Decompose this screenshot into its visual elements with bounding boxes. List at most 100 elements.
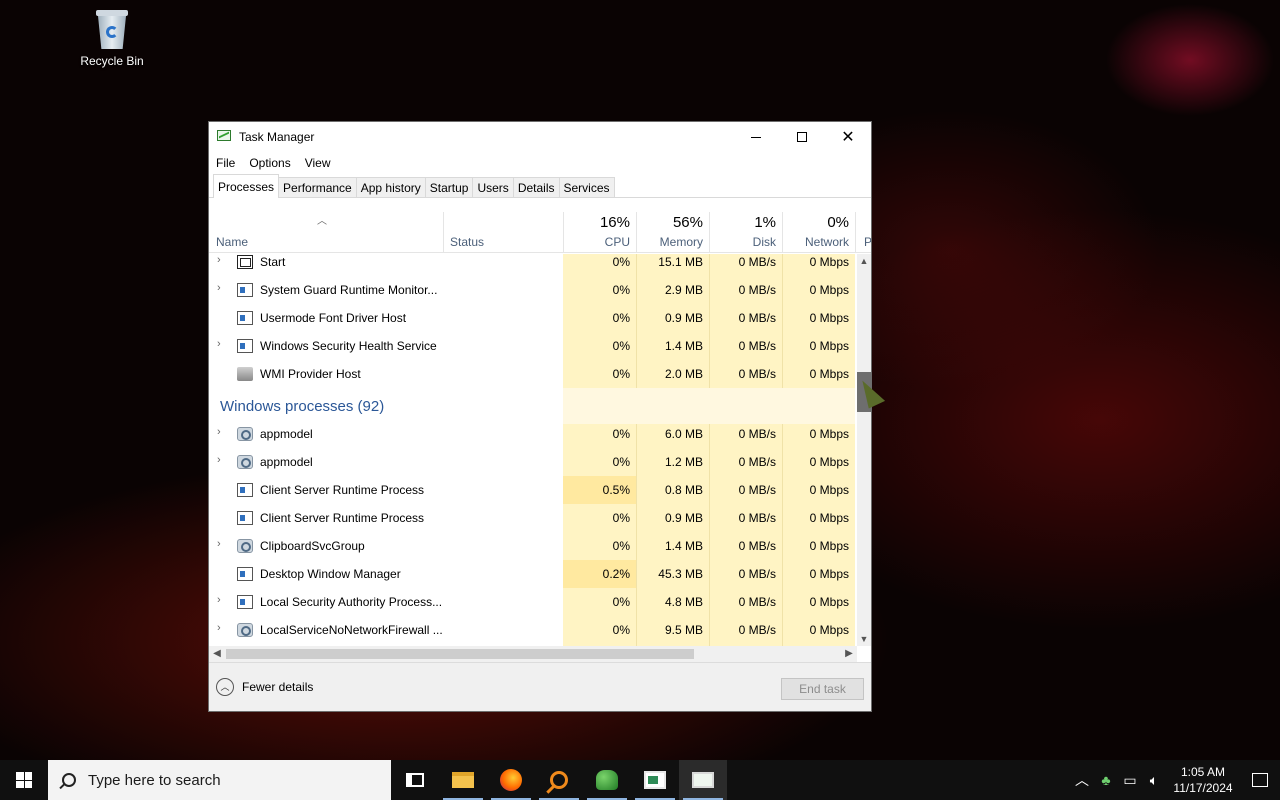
tab-strip: Processes Performance App history Startu… bbox=[209, 174, 871, 198]
horizontal-scrollbar[interactable]: ◀ ▶ bbox=[209, 646, 857, 662]
green-app-icon bbox=[596, 770, 618, 790]
process-memory: 0.9 MB bbox=[664, 311, 703, 325]
menu-view[interactable]: View bbox=[305, 156, 331, 170]
table-row[interactable]: › appmodel 0% 6.0 MB 0 MB/s 0 Mbps bbox=[209, 420, 857, 448]
table-row[interactable]: › Start 0% 15.1 MB 0 MB/s 0 Mbps bbox=[209, 254, 857, 276]
scroll-up-icon[interactable]: ▲ bbox=[857, 254, 871, 268]
start-button[interactable] bbox=[0, 760, 48, 800]
process-cpu: 0% bbox=[612, 283, 630, 297]
column-cpu[interactable]: 16% CPU bbox=[563, 212, 636, 253]
taskbar-file-explorer[interactable] bbox=[439, 760, 487, 800]
expand-chevron-icon[interactable]: › bbox=[217, 282, 221, 294]
table-row[interactable]: › Local Security Authority Process... 0% 4.… bbox=[209, 588, 857, 616]
taskbar-task-manager[interactable] bbox=[679, 760, 727, 800]
title-bar[interactable]: Task Manager ✕ bbox=[209, 122, 871, 152]
expand-chevron-icon[interactable]: › bbox=[217, 254, 221, 266]
chevron-up-icon[interactable]: ︿ bbox=[1070, 770, 1094, 790]
process-network: 0 Mbps bbox=[809, 427, 849, 441]
group-heat-background bbox=[563, 388, 855, 424]
expand-chevron-icon[interactable]: › bbox=[217, 538, 221, 550]
tab-services[interactable]: Services bbox=[558, 177, 615, 197]
table-row[interactable]: Client Server Runtime Process 0.5% 0.8 MB 0… bbox=[209, 476, 857, 504]
end-task-button[interactable]: End task bbox=[781, 678, 864, 700]
maximize-button[interactable] bbox=[779, 122, 825, 152]
process-cpu: 0% bbox=[612, 539, 630, 553]
process-cpu: 0.5% bbox=[602, 483, 630, 497]
tab-performance[interactable]: Performance bbox=[278, 177, 357, 197]
table-row[interactable]: › appmodel 0% 1.2 MB 0 MB/s 0 Mbps bbox=[209, 448, 857, 476]
close-icon: ✕ bbox=[841, 129, 855, 146]
column-network[interactable]: 0% Network bbox=[782, 212, 855, 253]
fewer-details-label: Fewer details bbox=[242, 680, 314, 694]
process-disk: 0 MB/s bbox=[738, 567, 776, 581]
task-manager-taskbar-icon bbox=[692, 772, 714, 788]
wmi-icon bbox=[237, 367, 253, 381]
taskbar-search-box[interactable]: Type here to search bbox=[48, 760, 391, 800]
process-disk: 0 MB/s bbox=[738, 595, 776, 609]
expand-chevron-icon[interactable]: › bbox=[217, 622, 221, 634]
app-tray-icon[interactable]: ♣ bbox=[1094, 772, 1118, 788]
volume-icon[interactable]: 🔈︎ bbox=[1142, 772, 1166, 789]
column-power[interactable]: P bbox=[855, 212, 871, 253]
fewer-details-button[interactable]: ︿ Fewer details bbox=[216, 678, 313, 696]
process-memory: 2.0 MB bbox=[664, 367, 703, 381]
process-network: 0 Mbps bbox=[809, 255, 849, 269]
table-row[interactable]: › LocalServiceNoNetworkFirewall ... 0% 9.5 … bbox=[209, 616, 857, 644]
expand-chevron-icon[interactable]: › bbox=[217, 594, 221, 606]
process-network: 0 Mbps bbox=[809, 595, 849, 609]
taskbar-window-app[interactable] bbox=[631, 760, 679, 800]
tab-startup[interactable]: Startup bbox=[424, 177, 474, 197]
table-row[interactable]: › System Guard Runtime Monitor... 0% 2.9 MB… bbox=[209, 276, 857, 304]
taskbar-firefox[interactable] bbox=[487, 760, 535, 800]
column-disk[interactable]: 1% Disk bbox=[709, 212, 782, 253]
table-row[interactable]: WMI Provider Host 0% 2.0 MB 0 MB/s 0 Mbps bbox=[209, 360, 857, 388]
expand-chevron-icon[interactable]: › bbox=[217, 338, 221, 350]
process-disk: 0 MB/s bbox=[738, 311, 776, 325]
taskbar-search-app[interactable] bbox=[535, 760, 583, 800]
group-header-windows-processes[interactable]: Windows processes (92) bbox=[209, 388, 857, 424]
taskbar: Type here to search ︿ ♣ ▭ 🔈︎ 1:05 AM 11/… bbox=[0, 760, 1280, 800]
process-disk: 0 MB/s bbox=[738, 255, 776, 269]
column-status-label: Status bbox=[450, 235, 485, 249]
expand-chevron-icon[interactable]: › bbox=[217, 426, 221, 438]
tab-app-history[interactable]: App history bbox=[355, 177, 426, 197]
process-name: WMI Provider Host bbox=[260, 367, 361, 381]
taskbar-green-app[interactable] bbox=[583, 760, 631, 800]
vertical-scrollbar[interactable]: ▲ ▼ bbox=[857, 254, 871, 646]
scroll-down-icon[interactable]: ▼ bbox=[857, 632, 871, 646]
network-icon[interactable]: ▭ bbox=[1118, 772, 1142, 789]
process-cpu: 0% bbox=[612, 455, 630, 469]
recycle-bin[interactable]: Recycle Bin bbox=[76, 8, 148, 68]
menu-options[interactable]: Options bbox=[249, 156, 290, 170]
tab-details[interactable]: Details bbox=[512, 177, 560, 197]
minimize-button[interactable] bbox=[733, 122, 779, 152]
process-network: 0 Mbps bbox=[809, 311, 849, 325]
process-cpu: 0% bbox=[612, 623, 630, 637]
scroll-right-icon[interactable]: ▶ bbox=[841, 646, 857, 662]
horizontal-scroll-thumb[interactable] bbox=[226, 649, 694, 659]
cpu-total: 16% bbox=[599, 214, 630, 231]
clock-time: 1:05 AM bbox=[1180, 765, 1226, 779]
column-status[interactable]: Status bbox=[443, 212, 563, 253]
process-name: Usermode Font Driver Host bbox=[260, 311, 407, 325]
scroll-left-icon[interactable]: ◀ bbox=[209, 646, 225, 662]
window-icon bbox=[237, 339, 253, 353]
close-button[interactable]: ✕ bbox=[825, 122, 871, 152]
tab-processes[interactable]: Processes bbox=[213, 174, 280, 198]
notification-button[interactable] bbox=[1240, 773, 1280, 787]
column-memory[interactable]: 56% Memory bbox=[636, 212, 709, 253]
table-row[interactable]: Desktop Window Manager 0.2% 45.3 MB 0 MB/s 0… bbox=[209, 560, 857, 588]
task-view-button[interactable] bbox=[391, 760, 439, 800]
table-row[interactable]: › ClipboardSvcGroup 0% 1.4 MB 0 MB/s 0 Mbps bbox=[209, 532, 857, 560]
menu-file[interactable]: File bbox=[216, 156, 235, 170]
column-name[interactable]: ︿ Name bbox=[209, 212, 443, 253]
table-row[interactable]: › Windows Security Health Service 0% 1.4 MB… bbox=[209, 332, 857, 360]
clock[interactable]: 1:05 AM 11/17/2024 bbox=[1166, 764, 1240, 796]
tab-users[interactable]: Users bbox=[472, 177, 514, 197]
table-row[interactable]: Usermode Font Driver Host 0% 0.9 MB 0 MB/s 0… bbox=[209, 304, 857, 332]
table-row[interactable]: Client Server Runtime Process 0% 0.9 MB 0 M… bbox=[209, 504, 857, 532]
process-disk: 0 MB/s bbox=[738, 455, 776, 469]
process-network: 0 Mbps bbox=[809, 539, 849, 553]
column-network-label: Network bbox=[804, 235, 849, 249]
expand-chevron-icon[interactable]: › bbox=[217, 454, 221, 466]
